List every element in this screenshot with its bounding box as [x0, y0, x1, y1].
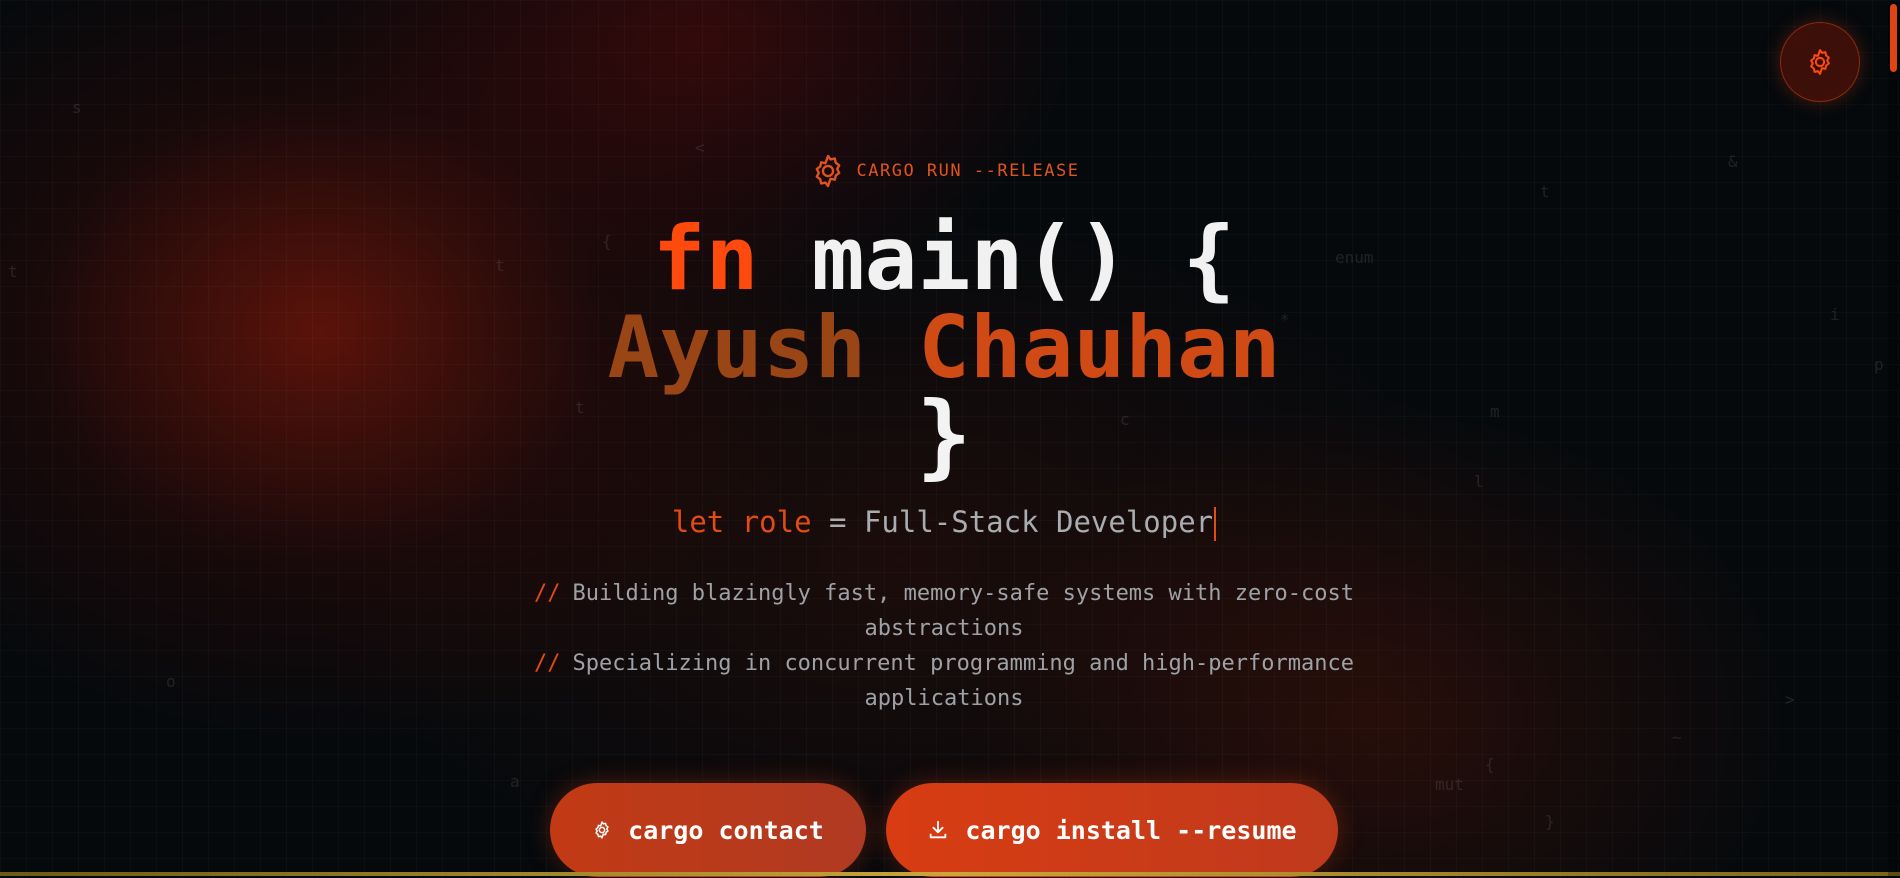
- fn-keyword: fn: [652, 207, 759, 310]
- gear-icon: [815, 154, 840, 188]
- download-icon: [930, 820, 947, 839]
- desc-line: abstractions: [864, 616, 1024, 641]
- role-line: let role = Full-Stack Developer: [0, 505, 1888, 541]
- download-resume-button[interactable]: cargo install --resume: [886, 783, 1338, 877]
- role-value: Full-Stack Developer: [863, 505, 1214, 539]
- contact-button[interactable]: cargo contact: [550, 783, 866, 877]
- cta-buttons: cargo contact cargo install --resume: [0, 783, 1888, 877]
- bg-glyph: ~: [1672, 728, 1682, 747]
- first-name: Ayush: [607, 298, 867, 398]
- description: // Building blazingly fast, memory-safe s…: [0, 576, 1888, 716]
- desc-line: // Building blazingly fast, memory-safe s…: [0, 576, 1888, 611]
- gear-icon: [1810, 49, 1830, 75]
- comment-prefix: //: [534, 651, 561, 676]
- desc-text: Building blazingly fast, memory-safe sys…: [572, 581, 1354, 606]
- title-line-closing-brace: }: [916, 382, 972, 489]
- scrollbar-thumb[interactable]: [1890, 4, 1897, 72]
- last-name: Chauhan: [918, 298, 1281, 398]
- title-line-fn-main: fn main() {: [0, 215, 1888, 303]
- resume-button-label: cargo install --resume: [965, 815, 1297, 845]
- role-equals: =: [811, 505, 864, 539]
- hero-page: s < { t t enum & t * i c m l o > a { mut…: [0, 0, 1900, 878]
- title-line-name: Ayush Chauhan: [0, 305, 1888, 391]
- typing-cursor: [1214, 507, 1217, 541]
- contact-button-label: cargo contact: [628, 815, 824, 845]
- main-signature: main() {: [758, 207, 1236, 310]
- tagline-text: CARGO RUN --RELEASE: [856, 161, 1080, 181]
- gear-icon: [595, 821, 609, 839]
- tagline: CARGO RUN --RELEASE: [0, 152, 1888, 190]
- desc-line: applications: [864, 686, 1024, 711]
- comment-prefix: //: [534, 581, 561, 606]
- desc-line: // Specializing in concurrent programming…: [0, 646, 1888, 681]
- scrollbar[interactable]: [1888, 0, 1900, 878]
- bottom-accent-line: [0, 872, 1900, 876]
- bg-glyph: {: [1485, 755, 1495, 774]
- bg-glyph: s: [72, 98, 82, 117]
- settings-button[interactable]: [1780, 22, 1860, 102]
- role-keyword: let role: [671, 505, 812, 539]
- desc-text: Specializing in concurrent programming a…: [572, 651, 1354, 676]
